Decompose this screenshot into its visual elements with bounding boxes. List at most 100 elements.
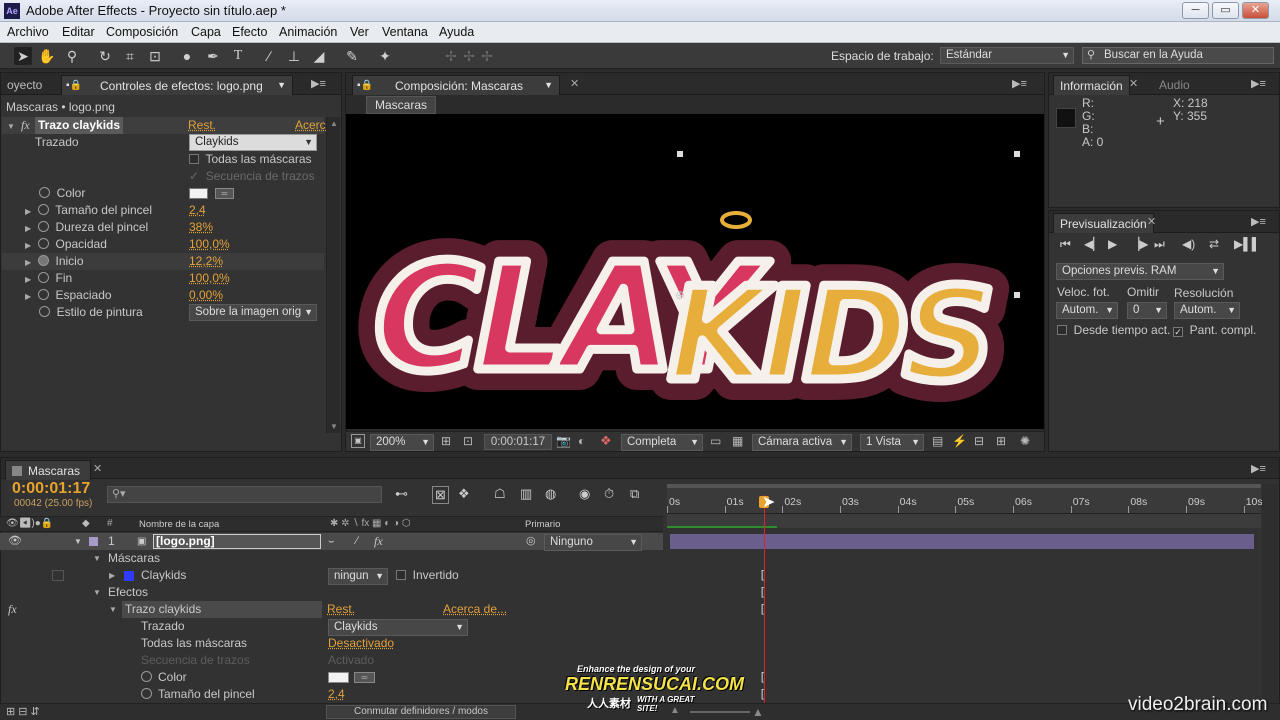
tl-reset-link[interactable]: Rest. (327, 601, 355, 618)
opacidad-value[interactable]: 100,0% (189, 236, 230, 253)
layer-handle-tr[interactable] (1014, 151, 1020, 157)
effect-expand-icon[interactable]: ▼ (7, 117, 15, 134)
preview-toggle-icon[interactable]: ▣ (351, 434, 365, 448)
stopwatch-icon[interactable] (37, 221, 49, 232)
fullscreen-checkbox[interactable]: ✓ Pant. compl. (1173, 322, 1256, 339)
eraser-tool-icon[interactable]: ◢ (310, 47, 328, 65)
axis-local-icon[interactable]: ✢ (442, 47, 460, 65)
inicio-value[interactable]: 12,2% (189, 253, 223, 270)
invertido-checkbox[interactable]: Invertido (396, 567, 459, 584)
tl-color-swatch[interactable] (328, 672, 349, 683)
timeline-icon[interactable]: ⊟ (974, 434, 984, 448)
visibility-eye-icon[interactable]: 👁 (8, 533, 22, 550)
panel-menu-icon[interactable]: ▶≡ (311, 77, 326, 90)
tab-composition[interactable]: ▪🔒 Composición: Mascaras ▼ (352, 75, 560, 95)
transparency-grid-icon[interactable]: ▦ (732, 434, 743, 448)
tamano-pincel-value[interactable]: 2,4 (189, 202, 206, 219)
menu-composicion[interactable]: Composición (106, 25, 178, 39)
color-swatch[interactable] (189, 188, 208, 199)
snapshot-icon[interactable]: 📷 (556, 434, 571, 448)
timeline-timecode[interactable]: 0:00:01:17 (12, 480, 90, 498)
tab-project[interactable]: oyecto (1, 75, 48, 95)
layer-name-field[interactable]: [logo.png] (153, 534, 321, 549)
close-tab-icon[interactable]: ✕ (570, 77, 579, 90)
menu-ventana[interactable]: Ventana (382, 25, 428, 39)
keyframe-marker[interactable]: [ (761, 569, 764, 581)
footer-toggle-icons[interactable]: ⊞ ⊟ ⇵ (6, 705, 40, 718)
exposure-icon[interactable]: ✺ (1020, 434, 1030, 448)
efectos-row[interactable]: ▼ Efectos (0, 584, 663, 601)
layer-handle-r[interactable] (1014, 292, 1020, 298)
tab-info[interactable]: Información (1053, 75, 1130, 95)
playhead-line[interactable] (763, 495, 765, 710)
ram-options-dropdown[interactable]: Opciones previs. RAM ▼ (1056, 263, 1224, 280)
stopwatch-icon[interactable] (39, 306, 50, 317)
fx-icon[interactable]: fx (8, 601, 17, 618)
shy-switch-icon[interactable]: ⌣ (328, 533, 335, 550)
keyframe-marker[interactable]: [ (761, 688, 764, 700)
rotate-tool-icon[interactable]: ↻ (96, 47, 114, 65)
resolution-select[interactable]: Autom. ▼ (1174, 302, 1240, 319)
layer-name-column[interactable]: Nombre de la capa (139, 519, 219, 530)
comp-navigator-tab[interactable]: Mascaras (366, 96, 437, 114)
time-ruler[interactable]: 0s 01s 02s 03s 04s 05s 06s 07s 08s 09s 10s (667, 484, 1263, 514)
mask-color-swatch[interactable] (124, 571, 134, 581)
minimize-button[interactable]: ─ (1182, 2, 1209, 19)
menu-ayuda[interactable]: Ayuda (439, 25, 474, 39)
tl-tamano-value[interactable]: 2,4 (328, 686, 345, 703)
clone-stamp-tool-icon[interactable]: ⊥ (285, 47, 303, 65)
mask-claykids-row[interactable]: ▶ Claykids ningun ▼ Invertido (0, 567, 663, 585)
effect-name[interactable]: Trazo claykids (35, 117, 124, 134)
comp-mini-flowchart-icon[interactable]: ⊷ (395, 486, 408, 502)
selection-tool-icon[interactable]: ➤ (14, 47, 32, 65)
stopwatch-icon[interactable] (37, 289, 49, 300)
layer-duration-bar[interactable] (670, 534, 1254, 549)
keyframe-marker[interactable]: [ (761, 586, 764, 598)
effect-controls-scrollbar[interactable]: ▲ ▼ (326, 117, 340, 433)
parent-column[interactable]: Primario (525, 519, 560, 530)
dureza-pincel-value[interactable]: 38% (189, 219, 213, 236)
close-tab-icon[interactable]: ✕ (1147, 215, 1156, 228)
axis-view-icon[interactable]: ✢ (478, 47, 496, 65)
ram-preview-icon[interactable]: ▶▌▌ (1234, 237, 1260, 251)
stopwatch-icon[interactable] (39, 187, 50, 198)
roto-brush-tool-icon[interactable]: ✎ (343, 47, 361, 65)
stopwatch-icon[interactable] (37, 238, 49, 249)
zoom-dropdown[interactable]: 200% ▼ (370, 434, 434, 451)
flowchart-icon[interactable]: ⊞ (996, 434, 1006, 448)
brainstorm-icon[interactable]: ◉ (579, 486, 590, 502)
skip-dropdown[interactable]: 0 ▼ (1127, 302, 1167, 319)
stopwatch-icon[interactable] (37, 272, 49, 283)
puppet-tool-icon[interactable]: ✦ (376, 47, 394, 65)
audio-icon[interactable]: ◀) (1182, 237, 1195, 251)
brush-tool-icon[interactable]: ∕ (260, 47, 278, 65)
quality-switch-icon[interactable]: ∕ (356, 533, 358, 550)
scroll-down-icon[interactable]: ▼ (330, 422, 338, 431)
tab-audio[interactable]: Audio (1153, 75, 1196, 95)
prev-frame-icon[interactable]: ◀▏ (1084, 237, 1102, 251)
frame-blending-icon[interactable]: ▥ (520, 486, 532, 502)
pan-behind-tool-icon[interactable]: ⊡ (146, 47, 164, 65)
fx-icon[interactable]: fx (21, 117, 30, 134)
hand-tool-icon[interactable]: ✋ (38, 47, 56, 65)
mask-lock-box[interactable] (52, 570, 64, 581)
maximize-button[interactable]: ▭ (1212, 2, 1239, 19)
workspace-dropdown[interactable]: Estándar ▼ (940, 47, 1074, 64)
tab-timeline-mascaras[interactable]: Mascaras (5, 460, 91, 480)
ellipse-tool-icon[interactable]: ● (178, 47, 196, 65)
mask-mode-dropdown[interactable]: ningun ▼ (328, 568, 388, 585)
panel-menu-icon[interactable]: ▶≡ (1251, 215, 1266, 228)
scroll-up-icon[interactable]: ▲ (330, 119, 338, 128)
type-tool-icon[interactable]: T (229, 47, 247, 65)
fast-previews-icon[interactable]: ⚡ (952, 434, 967, 448)
zoom-in-icon[interactable]: ▲ (752, 705, 764, 719)
safe-margins-icon[interactable]: ⊞ (441, 434, 451, 448)
menu-archivo[interactable]: Archivo (7, 25, 49, 39)
pen-tool-icon[interactable]: ✒ (204, 47, 222, 65)
tl-todas-value[interactable]: Desactivado (328, 635, 394, 652)
tl-about-link[interactable]: Acerca de... (443, 601, 507, 618)
mascaras-row[interactable]: ▼ Máscaras (0, 550, 663, 567)
zoom-tool-icon[interactable]: ⚲ (63, 47, 81, 65)
eyedropper-icon[interactable]: ═ (354, 672, 375, 683)
loop-icon[interactable]: ⇄ (1209, 237, 1219, 251)
